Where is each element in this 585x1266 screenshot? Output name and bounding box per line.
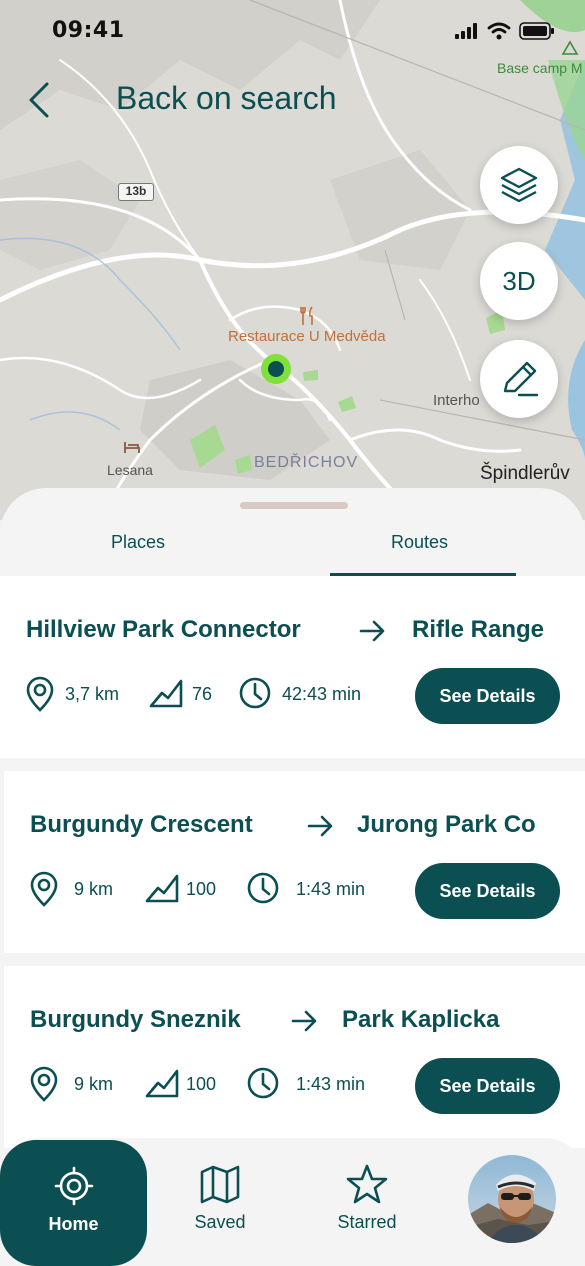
map-label-bedrichov: BEDŘICHOV: [254, 454, 359, 471]
star-icon: [346, 1164, 388, 1204]
tab-routes[interactable]: Routes: [391, 532, 448, 553]
clock-icon: [247, 872, 279, 904]
nav-saved-label: Saved: [194, 1212, 246, 1232]
nav-home-label: Home: [48, 1214, 99, 1234]
layers-icon: [500, 167, 538, 203]
layers-button[interactable]: [480, 146, 558, 224]
route-card[interactable]: Burgundy Sneznik Park Kaplicka 9 km 100 …: [4, 966, 585, 1148]
location-pin-icon: [30, 1066, 58, 1102]
location-pin-icon: [30, 871, 58, 907]
tab-places[interactable]: Places: [111, 532, 165, 553]
3d-button[interactable]: 3D: [480, 242, 558, 320]
see-details-button[interactable]: See Details: [415, 668, 560, 724]
current-location-marker: [261, 354, 291, 384]
draw-route-button[interactable]: [480, 340, 558, 418]
route-to: Rifle Range: [412, 616, 545, 643]
route-distance: 9 km: [74, 879, 114, 899]
map-icon: [199, 1164, 241, 1204]
route-duration: 42:43 min: [282, 684, 362, 704]
arrow-right-icon: [290, 1006, 320, 1043]
route-to: Park Kaplicka: [342, 1006, 500, 1033]
chevron-left-icon: [29, 82, 49, 118]
page-title: Back on search: [116, 80, 337, 116]
route-from: Burgundy Sneznik: [30, 1006, 241, 1033]
route-distance: 9 km: [74, 1074, 114, 1094]
restaurant-icon: [300, 306, 313, 325]
status-icons: [455, 22, 555, 40]
arrow-right-icon: [358, 616, 388, 653]
header: Back on search: [0, 70, 585, 130]
map-label-basecamp: Base camp M: [497, 60, 583, 76]
route-distance: 3,7 km: [65, 684, 120, 704]
nav-starred[interactable]: Starred: [317, 1138, 417, 1266]
signal-icon: [455, 23, 477, 39]
route-title: Hillview Park Connector Rifle Range: [26, 616, 565, 650]
target-icon: [54, 1166, 94, 1206]
map-label-lesana: Lesana: [107, 462, 153, 478]
route-elevation: 100: [186, 879, 217, 899]
route-title: Burgundy Crescent Jurong Park Co: [30, 811, 569, 845]
bottom-nav: Home Saved Starred: [0, 1138, 585, 1266]
route-duration: 1:43 min: [296, 1074, 366, 1094]
basecamp-icon: [561, 40, 579, 55]
map-label-interhotel: Interho: [433, 392, 480, 409]
nav-starred-label: Starred: [337, 1212, 397, 1232]
road-number-badge: 13b: [118, 183, 154, 201]
route-stats: 9 km 100 1:43 min: [28, 867, 408, 911]
elevation-icon: [145, 874, 179, 903]
tab-bar: Places Routes: [0, 518, 585, 576]
elevation-icon: [145, 1069, 179, 1098]
status-time: 09:41: [52, 18, 125, 43]
wifi-icon: [487, 22, 511, 40]
route-card[interactable]: Hillview Park Connector Rifle Range 3,7 …: [0, 576, 585, 758]
route-to: Jurong Park Co: [357, 811, 536, 838]
see-details-button[interactable]: See Details: [415, 1058, 560, 1114]
clock-icon: [247, 1067, 279, 1099]
avatar[interactable]: [468, 1155, 556, 1243]
see-details-button[interactable]: See Details: [415, 863, 560, 919]
location-pin-icon: [26, 676, 54, 712]
lodging-icon: [124, 442, 140, 453]
user-avatar-image: [468, 1155, 556, 1243]
route-from: Hillview Park Connector: [26, 616, 301, 643]
status-bar: 09:41: [0, 0, 585, 62]
route-card[interactable]: Burgundy Crescent Jurong Park Co 9 km 10…: [4, 771, 585, 953]
route-from: Burgundy Crescent: [30, 811, 253, 838]
route-stats: 9 km 100 1:43 min: [28, 1062, 408, 1106]
pencil-icon: [503, 361, 539, 397]
sheet-handle[interactable]: [240, 502, 348, 509]
battery-icon: [519, 22, 554, 40]
map-view[interactable]: 09:41 Back on search 13b Restaurace U Me…: [0, 0, 585, 520]
route-elevation: 76: [192, 684, 213, 704]
map-label-restaurant: Restaurace U Medvěda: [228, 328, 386, 345]
route-elevation: 100: [186, 1074, 217, 1094]
route-title: Burgundy Sneznik Park Kaplicka: [30, 1006, 569, 1040]
nav-home[interactable]: Home: [0, 1140, 147, 1266]
back-button[interactable]: [22, 78, 56, 122]
route-stats: 3,7 km 76 42:43 min: [24, 672, 404, 716]
nav-saved[interactable]: Saved: [170, 1138, 270, 1266]
arrow-right-icon: [306, 811, 336, 848]
clock-icon: [239, 677, 271, 709]
elevation-icon: [149, 679, 183, 708]
route-duration: 1:43 min: [296, 879, 366, 899]
map-label-spindleruv: Špindlerův: [480, 463, 570, 484]
